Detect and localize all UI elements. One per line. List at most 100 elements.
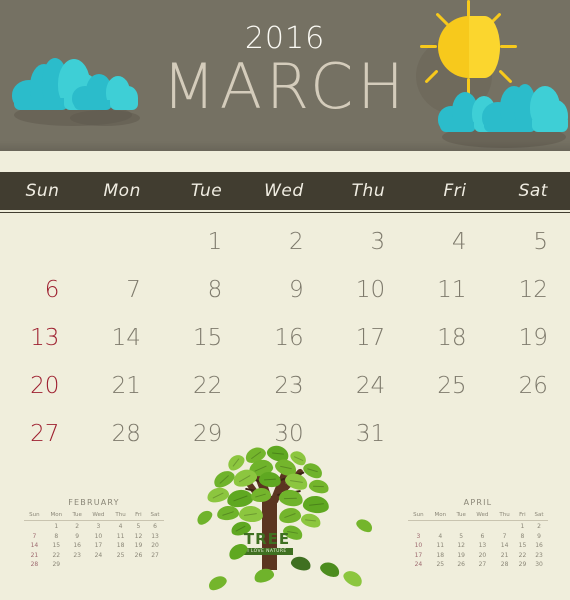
mini-day-cell[interactable]: 10 xyxy=(408,540,429,549)
mini-day-cell[interactable]: 2 xyxy=(68,521,87,531)
mini-day-cell[interactable]: 3 xyxy=(87,521,111,531)
mini-day-cell[interactable]: 19 xyxy=(131,540,146,549)
mini-day-cell[interactable]: 10 xyxy=(87,530,111,540)
day-cell[interactable] xyxy=(489,410,570,458)
mini-day-cell[interactable]: 11 xyxy=(110,530,131,540)
day-cell[interactable]: 19 xyxy=(489,314,570,362)
day-cell[interactable]: 17 xyxy=(326,314,407,362)
mini-day-cell[interactable]: 30 xyxy=(530,559,548,568)
mini-day-cell[interactable]: 27 xyxy=(146,549,164,559)
mini-day-cell[interactable] xyxy=(408,521,429,531)
mini-day-cell[interactable]: 27 xyxy=(471,559,495,568)
day-cell[interactable]: 25 xyxy=(407,362,488,410)
mini-day-cell[interactable]: 19 xyxy=(452,549,471,559)
day-cell[interactable]: 7 xyxy=(81,266,162,314)
mini-day-cell[interactable]: 8 xyxy=(515,530,530,540)
mini-day-cell[interactable] xyxy=(452,521,471,531)
mini-day-cell[interactable] xyxy=(110,559,131,568)
mini-day-cell[interactable]: 12 xyxy=(452,540,471,549)
mini-day-cell[interactable]: 11 xyxy=(429,540,452,549)
mini-day-cell[interactable]: 3 xyxy=(408,530,429,540)
mini-day-cell[interactable]: 17 xyxy=(87,540,111,549)
mini-day-cell[interactable]: 14 xyxy=(24,540,45,549)
day-cell[interactable]: 15 xyxy=(163,314,244,362)
day-cell[interactable]: 28 xyxy=(81,410,162,458)
day-cell[interactable]: 23 xyxy=(244,362,325,410)
mini-day-cell[interactable]: 22 xyxy=(45,549,68,559)
mini-day-cell[interactable]: 21 xyxy=(24,549,45,559)
mini-day-cell[interactable]: 18 xyxy=(429,549,452,559)
day-cell[interactable]: 11 xyxy=(407,266,488,314)
mini-day-cell[interactable] xyxy=(24,521,45,531)
day-cell[interactable]: 6 xyxy=(0,266,81,314)
day-cell[interactable]: 3 xyxy=(326,218,407,266)
mini-day-cell[interactable]: 12 xyxy=(131,530,146,540)
day-cell[interactable]: 22 xyxy=(163,362,244,410)
mini-day-cell[interactable]: 23 xyxy=(530,549,548,559)
day-cell[interactable]: 12 xyxy=(489,266,570,314)
mini-day-cell[interactable]: 16 xyxy=(68,540,87,549)
mini-day-cell[interactable] xyxy=(68,559,87,568)
mini-day-cell[interactable]: 23 xyxy=(68,549,87,559)
mini-day-cell[interactable]: 6 xyxy=(146,521,164,531)
mini-day-cell[interactable]: 15 xyxy=(515,540,530,549)
day-cell[interactable]: 8 xyxy=(163,266,244,314)
mini-day-cell[interactable] xyxy=(471,521,495,531)
mini-day-cell[interactable]: 2 xyxy=(530,521,548,531)
mini-day-cell[interactable]: 26 xyxy=(452,559,471,568)
mini-day-cell[interactable]: 9 xyxy=(68,530,87,540)
mini-day-cell[interactable]: 14 xyxy=(494,540,515,549)
mini-day-cell[interactable]: 6 xyxy=(471,530,495,540)
day-cell[interactable]: 24 xyxy=(326,362,407,410)
mini-day-cell[interactable]: 25 xyxy=(110,549,131,559)
mini-day-cell[interactable]: 17 xyxy=(408,549,429,559)
mini-day-cell[interactable] xyxy=(87,559,111,568)
day-cell[interactable]: 4 xyxy=(407,218,488,266)
mini-day-cell[interactable]: 8 xyxy=(45,530,68,540)
mini-day-cell[interactable]: 7 xyxy=(494,530,515,540)
mini-day-cell[interactable]: 18 xyxy=(110,540,131,549)
mini-day-cell[interactable]: 22 xyxy=(515,549,530,559)
day-cell[interactable]: 5 xyxy=(489,218,570,266)
day-cell[interactable]: 21 xyxy=(81,362,162,410)
day-cell[interactable]: 16 xyxy=(244,314,325,362)
mini-day-cell[interactable]: 28 xyxy=(494,559,515,568)
mini-day-cell[interactable]: 13 xyxy=(471,540,495,549)
mini-day-cell[interactable]: 25 xyxy=(429,559,452,568)
day-cell[interactable]: 27 xyxy=(0,410,81,458)
mini-day-cell[interactable]: 1 xyxy=(45,521,68,531)
day-cell[interactable] xyxy=(407,410,488,458)
mini-day-cell[interactable] xyxy=(494,521,515,531)
day-cell[interactable]: 14 xyxy=(81,314,162,362)
mini-day-cell[interactable]: 20 xyxy=(471,549,495,559)
mini-day-cell[interactable]: 28 xyxy=(24,559,45,568)
mini-day-cell[interactable]: 4 xyxy=(110,521,131,531)
mini-day-cell[interactable]: 21 xyxy=(494,549,515,559)
day-cell[interactable]: 20 xyxy=(0,362,81,410)
mini-day-cell[interactable] xyxy=(131,559,146,568)
mini-day-cell[interactable]: 24 xyxy=(408,559,429,568)
mini-day-cell[interactable]: 4 xyxy=(429,530,452,540)
mini-day-cell[interactable]: 26 xyxy=(131,549,146,559)
mini-day-cell[interactable] xyxy=(146,559,164,568)
mini-day-cell[interactable] xyxy=(429,521,452,531)
mini-day-cell[interactable]: 5 xyxy=(131,521,146,531)
day-cell[interactable] xyxy=(81,218,162,266)
mini-day-cell[interactable]: 20 xyxy=(146,540,164,549)
day-cell[interactable] xyxy=(0,218,81,266)
day-cell[interactable]: 1 xyxy=(163,218,244,266)
day-cell[interactable]: 2 xyxy=(244,218,325,266)
mini-day-cell[interactable]: 9 xyxy=(530,530,548,540)
day-cell[interactable]: 18 xyxy=(407,314,488,362)
day-cell[interactable]: 13 xyxy=(0,314,81,362)
mini-day-cell[interactable]: 7 xyxy=(24,530,45,540)
mini-day-cell[interactable]: 29 xyxy=(45,559,68,568)
mini-day-cell[interactable]: 5 xyxy=(452,530,471,540)
day-cell[interactable]: 26 xyxy=(489,362,570,410)
mini-day-cell[interactable]: 15 xyxy=(45,540,68,549)
day-cell[interactable]: 9 xyxy=(244,266,325,314)
mini-day-cell[interactable]: 1 xyxy=(515,521,530,531)
mini-day-cell[interactable]: 29 xyxy=(515,559,530,568)
mini-day-cell[interactable]: 24 xyxy=(87,549,111,559)
mini-day-cell[interactable]: 16 xyxy=(530,540,548,549)
